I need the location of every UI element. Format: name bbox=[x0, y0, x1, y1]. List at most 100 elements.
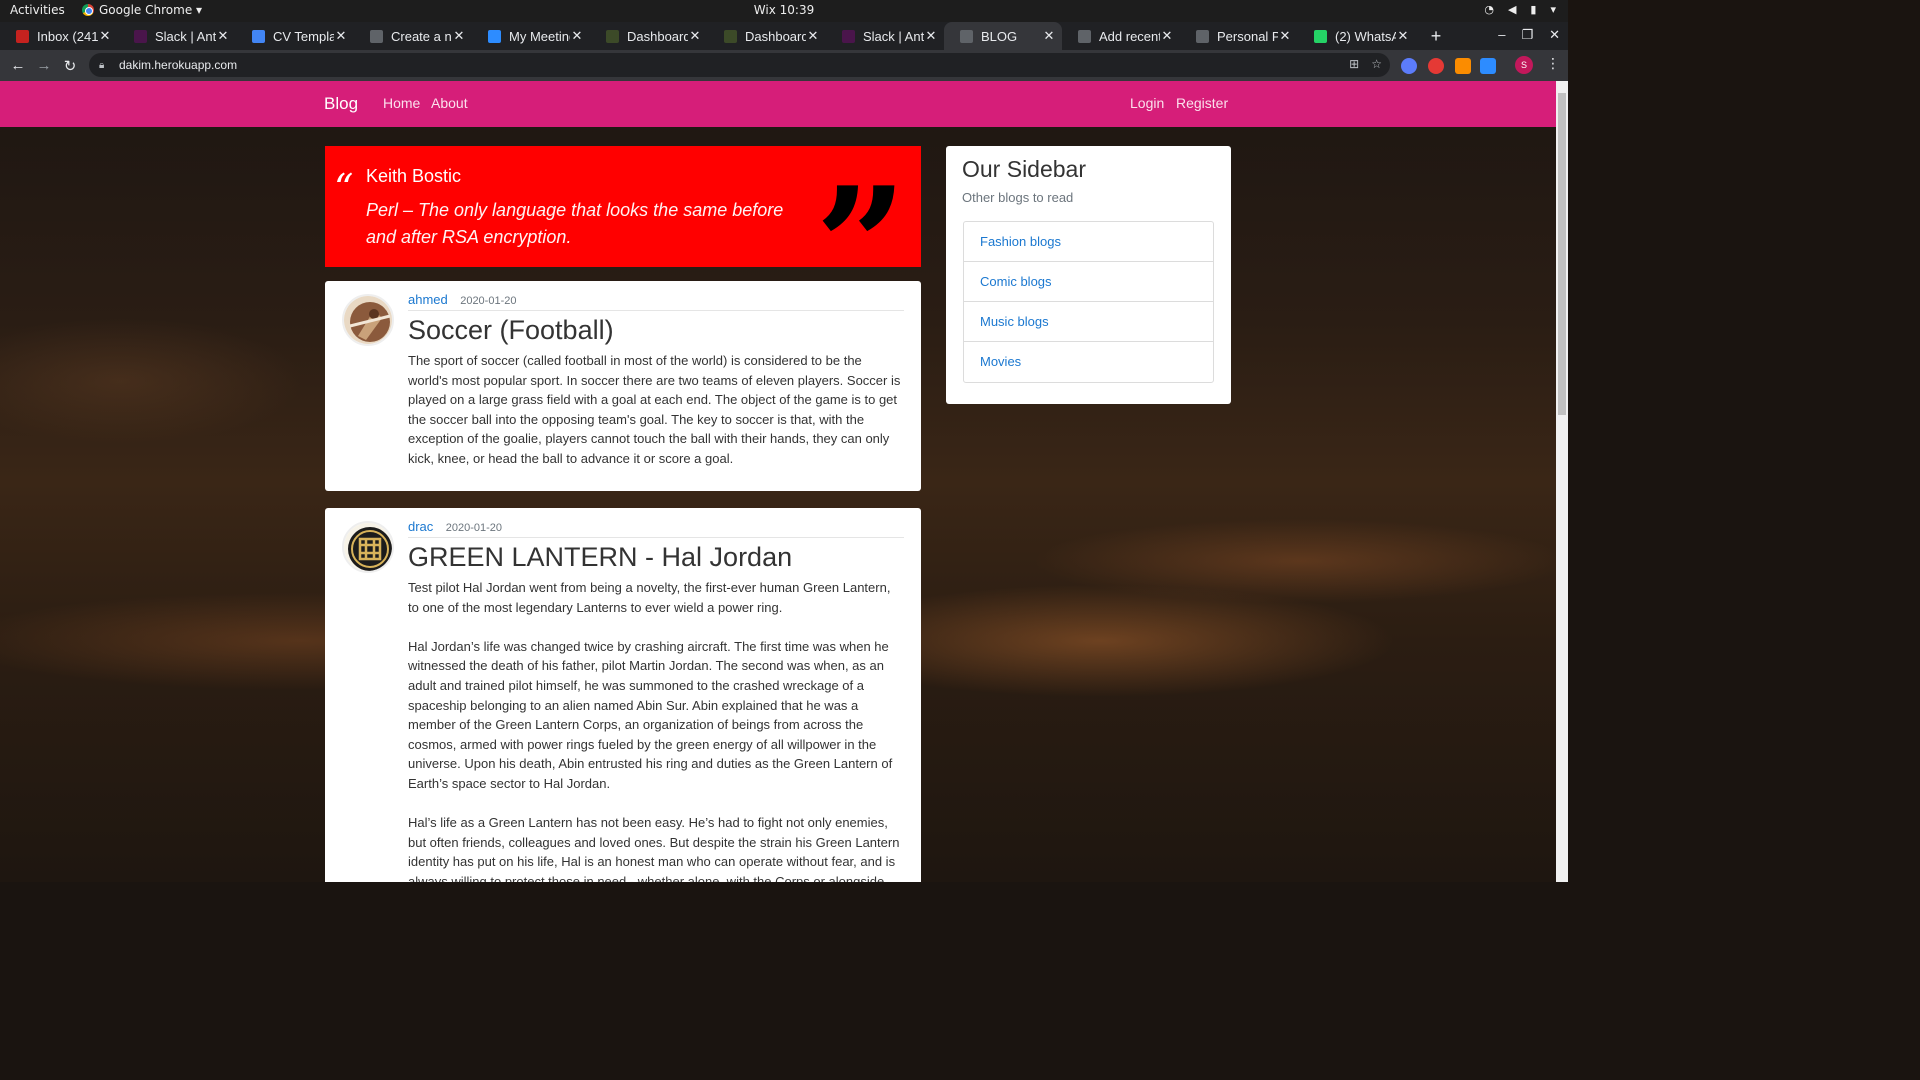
system-tray[interactable]: ◔ ◀ ▮ ▾ bbox=[1484, 3, 1556, 16]
close-tab-icon[interactable]: ✕ bbox=[1396, 28, 1410, 44]
browser-tab[interactable]: Create a ne✕ bbox=[354, 22, 472, 50]
extension-icon[interactable] bbox=[1428, 58, 1444, 74]
browser-tab[interactable]: Slack | Anth✕ bbox=[118, 22, 236, 50]
globe-icon bbox=[1078, 29, 1091, 43]
tab-title: My Meeting bbox=[509, 28, 570, 44]
post-meta: drac 2020-01-20 bbox=[408, 518, 904, 538]
tab-title: Dashboard bbox=[745, 28, 806, 44]
reload-icon[interactable]: ↻ bbox=[57, 57, 83, 75]
browser-tab[interactable]: Dashboard ✕ bbox=[590, 22, 708, 50]
nav-about-link[interactable]: About bbox=[431, 95, 468, 111]
nav-home-link[interactable]: Home bbox=[383, 95, 420, 111]
zoom-extension-icon[interactable] bbox=[1480, 58, 1496, 74]
translate-icon[interactable]: ⊞ bbox=[1349, 57, 1359, 71]
post-date: 2020-01-20 bbox=[445, 522, 503, 534]
nav-login-link[interactable]: Login bbox=[1130, 95, 1164, 111]
globe-icon bbox=[960, 29, 973, 43]
restore-icon[interactable]: ❐ bbox=[1521, 27, 1533, 43]
chrome-icon bbox=[82, 4, 94, 16]
post-title[interactable]: GREEN LANTERN - Hal Jordan bbox=[408, 542, 792, 573]
post-author-link[interactable]: ahmed bbox=[408, 292, 448, 307]
clock[interactable]: Wix 10:39 bbox=[754, 3, 814, 17]
activities-button[interactable]: Activities bbox=[10, 3, 65, 17]
page-scrollbar[interactable] bbox=[1556, 81, 1568, 882]
address-bar[interactable]: 🔒︎ dakim.herokuapp.com ⊞ ☆ bbox=[89, 53, 1390, 77]
app-menu[interactable]: Google Chrome ▾ bbox=[82, 3, 202, 17]
author-avatar[interactable] bbox=[342, 521, 394, 573]
tab-title: BLOG bbox=[981, 28, 1018, 44]
tab-title: Create a ne bbox=[391, 28, 452, 44]
close-tab-icon[interactable]: ✕ bbox=[334, 28, 348, 44]
sidebar-link-music[interactable]: Music blogs bbox=[964, 302, 1213, 342]
sidebar-link-comic[interactable]: Comic blogs bbox=[964, 262, 1213, 302]
post-meta: ahmed 2020-01-20 bbox=[408, 291, 904, 311]
scrollbar-thumb[interactable] bbox=[1558, 93, 1566, 415]
site-navbar: Blog Home About Login Register bbox=[0, 81, 1556, 127]
palm-icon bbox=[606, 29, 619, 43]
close-quote-icon: ” bbox=[815, 152, 907, 267]
close-tab-icon[interactable]: ✕ bbox=[924, 28, 938, 44]
browser-tab[interactable]: My Meeting ✕ bbox=[472, 22, 590, 50]
close-window-icon[interactable]: ✕ bbox=[1549, 27, 1560, 43]
extension-icon[interactable] bbox=[1455, 58, 1471, 74]
globe-icon bbox=[1196, 29, 1209, 43]
palm-icon bbox=[724, 29, 737, 43]
tab-title: Add recent bbox=[1099, 28, 1160, 44]
system-menu-icon: ▾ bbox=[1550, 3, 1556, 16]
close-tab-icon[interactable]: ✕ bbox=[1278, 28, 1292, 44]
forward-icon[interactable]: → bbox=[31, 57, 57, 74]
sidebar-link-fashion[interactable]: Fashion blogs bbox=[964, 222, 1213, 262]
browser-toolbar: ← → ↻ 🔒︎ dakim.herokuapp.com ⊞ ☆ S ⋮ bbox=[0, 50, 1568, 81]
sidebar-subtitle: Other blogs to read bbox=[962, 190, 1074, 205]
sidebar-link-movies[interactable]: Movies bbox=[964, 342, 1213, 382]
post-author-link[interactable]: drac bbox=[408, 519, 433, 534]
chrome-menu-icon[interactable]: ⋮ bbox=[1546, 55, 1560, 72]
slack-icon bbox=[842, 29, 855, 43]
browser-tab[interactable]: Add recent ✕ bbox=[1062, 22, 1180, 50]
browser-tab[interactable]: CV Templat ✕ bbox=[236, 22, 354, 50]
extension-icon[interactable] bbox=[1401, 58, 1417, 74]
tab-title: Personal Po bbox=[1217, 28, 1278, 44]
zoom-icon bbox=[488, 29, 501, 43]
window-controls: ‒ ❐ ✕ bbox=[1498, 27, 1560, 43]
close-tab-icon[interactable]: ✕ bbox=[1042, 28, 1056, 44]
author-avatar[interactable] bbox=[342, 294, 394, 346]
post-title[interactable]: Soccer (Football) bbox=[408, 315, 614, 346]
tab-title: Slack | Anth bbox=[155, 28, 216, 44]
browser-tab[interactable]: Slack | Anth✕ bbox=[826, 22, 944, 50]
bookmark-star-icon[interactable]: ☆ bbox=[1371, 57, 1382, 71]
profile-avatar[interactable]: S bbox=[1515, 56, 1533, 74]
browser-tab[interactable]: (2) WhatsAp✕ bbox=[1298, 22, 1416, 50]
close-tab-icon[interactable]: ✕ bbox=[570, 28, 584, 44]
close-tab-icon[interactable]: ✕ bbox=[1160, 28, 1174, 44]
close-tab-icon[interactable]: ✕ bbox=[452, 28, 466, 44]
whatsapp-icon bbox=[1314, 29, 1327, 43]
browser-tab[interactable]: BLOG ✕ bbox=[944, 22, 1062, 50]
sidebar-link-list: Fashion blogs Comic blogs Music blogs Mo… bbox=[963, 221, 1214, 383]
tab-title: CV Templat bbox=[273, 28, 334, 44]
close-tab-icon[interactable]: ✕ bbox=[216, 28, 230, 44]
minimize-icon[interactable]: ‒ bbox=[1498, 27, 1505, 43]
nav-register-link[interactable]: Register bbox=[1176, 95, 1228, 111]
close-tab-icon[interactable]: ✕ bbox=[806, 28, 820, 44]
browser-tab[interactable]: Personal Po✕ bbox=[1180, 22, 1298, 50]
brand-link[interactable]: Blog bbox=[324, 94, 358, 114]
docs-icon bbox=[252, 29, 265, 43]
quote-block: “ Keith Bostic Perl – The only language … bbox=[325, 146, 921, 267]
new-tab-button[interactable]: + bbox=[1426, 26, 1446, 47]
sidebar: Our Sidebar Other blogs to read Fashion … bbox=[946, 146, 1231, 404]
back-icon[interactable]: ← bbox=[5, 57, 31, 74]
post-body: Test pilot Hal Jordan went from being a … bbox=[408, 578, 904, 882]
app-menu-label: Google Chrome ▾ bbox=[99, 3, 203, 17]
close-tab-icon[interactable]: ✕ bbox=[688, 28, 702, 44]
url-text: dakim.herokuapp.com bbox=[119, 58, 238, 72]
close-tab-icon[interactable]: ✕ bbox=[98, 28, 112, 44]
post-paragraph: The sport of soccer (called football in … bbox=[408, 353, 901, 466]
tab-title: Slack | Anth bbox=[863, 28, 924, 44]
open-quote-icon: “ bbox=[334, 166, 354, 210]
tab-title: Inbox (241) bbox=[37, 28, 98, 44]
browser-tab[interactable]: Inbox (241) ✕ bbox=[0, 22, 118, 50]
tab-title: (2) WhatsAp bbox=[1335, 28, 1396, 44]
browser-tab[interactable]: Dashboard ✕ bbox=[708, 22, 826, 50]
post-card: drac 2020-01-20 GREEN LANTERN - Hal Jord… bbox=[325, 508, 921, 882]
